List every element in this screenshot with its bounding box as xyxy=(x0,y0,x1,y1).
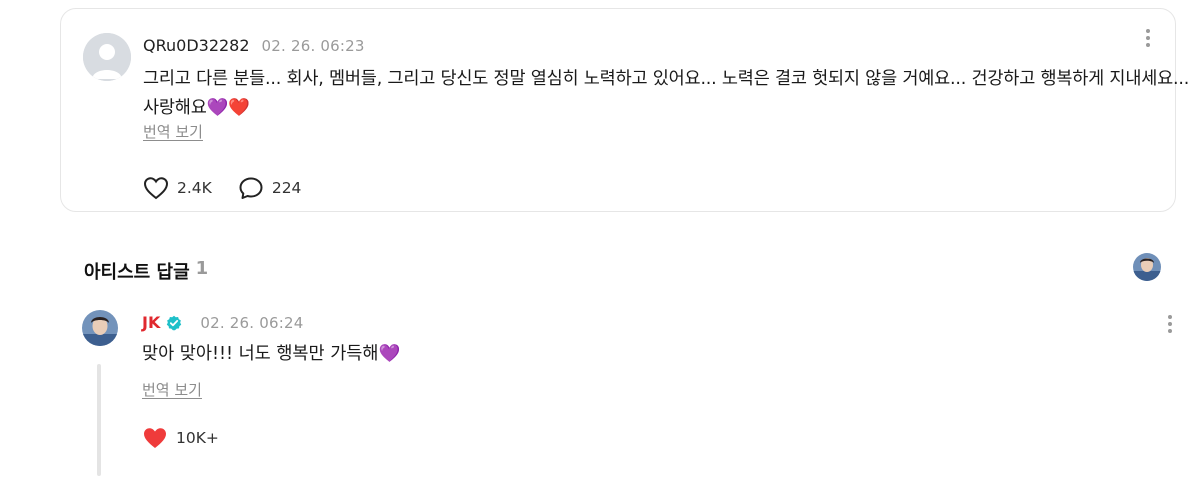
reply-body: 맞아 맞아!!! 너도 행복만 가득해💜 xyxy=(142,344,401,364)
like-button[interactable]: 2.4K xyxy=(143,176,212,200)
section-title: 아티스트 답글 xyxy=(84,262,190,283)
speech-bubble-icon xyxy=(239,177,263,199)
artist-avatar-icon xyxy=(82,310,118,346)
reply-timestamp: 02. 26. 06:24 xyxy=(200,313,304,332)
reply-like-button[interactable]: 10K+ xyxy=(142,426,219,450)
thread-line xyxy=(97,364,101,476)
comment-body: 그리고 다른 분들... 회사, 멤버들, 그리고 당신도 정말 열심히 노력하… xyxy=(143,69,1190,118)
verified-badge-icon xyxy=(167,315,182,330)
comment-username[interactable]: QRu0D32282 xyxy=(143,36,250,55)
artist-replies-heading: 아티스트 답글 1 xyxy=(84,258,208,284)
reply-like-count: 10K+ xyxy=(176,429,219,447)
reply-button[interactable]: 224 xyxy=(238,176,302,200)
artist-name[interactable]: JK xyxy=(142,313,160,332)
reply-more-options-icon[interactable] xyxy=(1160,313,1180,335)
artist-avatar-icon xyxy=(1133,253,1161,281)
heart-filled-icon xyxy=(144,428,166,448)
like-count: 2.4K xyxy=(177,179,212,197)
comment-card: QRu0D32282 02. 26. 06:23 그리고 다른 분들... 회사… xyxy=(60,8,1189,212)
artist-avatar-small[interactable] xyxy=(1133,253,1161,281)
section-count: 1 xyxy=(195,258,209,279)
translate-link[interactable]: 번역 보기 xyxy=(143,121,203,142)
reply-header: JK 02. 26. 06:24 xyxy=(142,313,303,332)
comment-header: QRu0D32282 02. 26. 06:23 xyxy=(143,36,365,55)
comment-stats: 2.4K 224 xyxy=(143,176,301,200)
default-avatar-icon xyxy=(83,33,131,81)
reply-translate-link[interactable]: 번역 보기 xyxy=(142,379,202,400)
more-options-icon[interactable] xyxy=(1138,27,1158,49)
artist-avatar[interactable] xyxy=(82,310,118,346)
user-avatar[interactable] xyxy=(83,33,131,81)
comment-timestamp: 02. 26. 06:23 xyxy=(261,37,365,55)
reply-count: 224 xyxy=(271,179,302,197)
heart-outline-icon xyxy=(143,177,169,200)
